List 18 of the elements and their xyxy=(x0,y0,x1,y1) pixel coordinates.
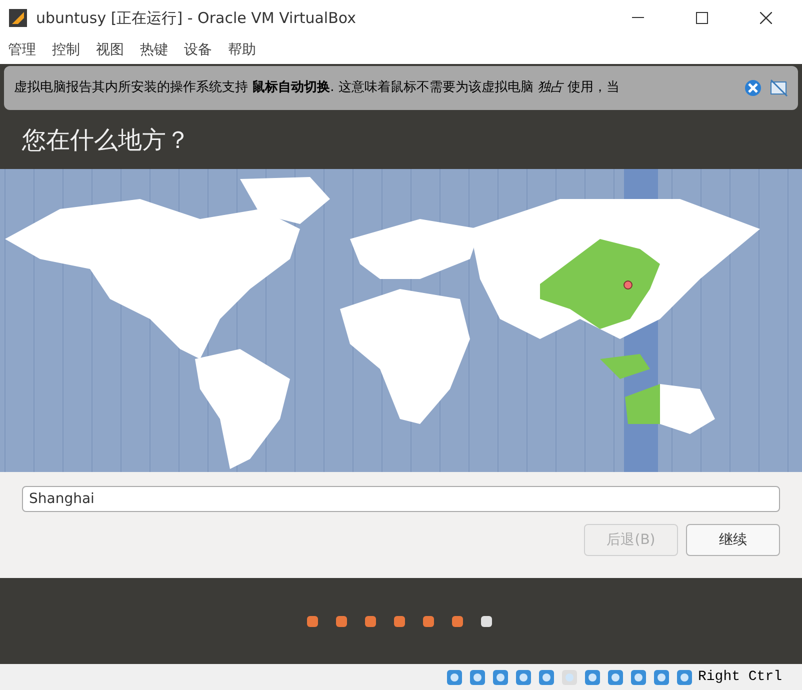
host-key-label: Right Ctrl xyxy=(698,668,782,686)
minimize-icon[interactable] xyxy=(632,17,644,19)
page-heading: 您在什么地方？ xyxy=(22,124,190,156)
maximize-icon[interactable] xyxy=(696,12,708,24)
location-field[interactable]: Shanghai xyxy=(22,486,780,512)
mouse-pointer-off-icon[interactable] xyxy=(770,79,788,97)
menu-item[interactable]: 视图 xyxy=(96,40,124,60)
window-title: ubuntusy [正在运行] - Oracle VM VirtualBox xyxy=(36,8,357,29)
close-icon[interactable] xyxy=(760,12,772,24)
menu-item[interactable]: 帮助 xyxy=(228,40,256,60)
menu-item[interactable]: 设备 xyxy=(184,40,212,60)
notification-text: 虚拟电脑报告其内所安装的操作系统支持 鼠标自动切换. 这意味着鼠标不需要为该虚拟电脑 独占 使用，当 xyxy=(14,79,621,98)
continue-button[interactable]: 继续 xyxy=(686,524,780,556)
menu-item[interactable]: 管理 xyxy=(8,40,36,60)
menu-item[interactable]: 热键 xyxy=(140,40,168,60)
app-icon xyxy=(8,8,28,28)
world-map-drawing[interactable] xyxy=(0,169,802,472)
menu-item[interactable]: 控制 xyxy=(52,40,80,60)
